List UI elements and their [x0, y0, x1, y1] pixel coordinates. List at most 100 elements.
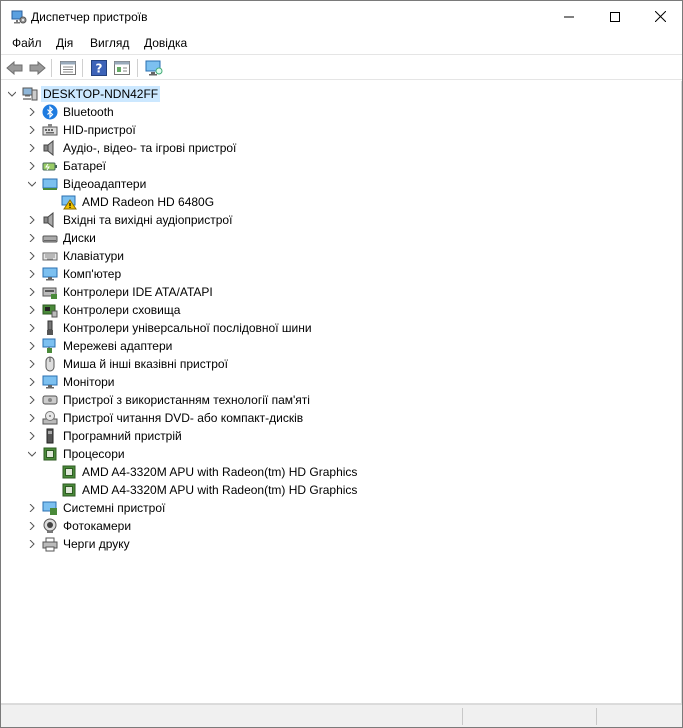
help-icon[interactable]: ? — [90, 59, 108, 77]
computer-icon — [42, 266, 58, 282]
maximize-button[interactable] — [592, 1, 638, 32]
chevron-right-icon[interactable] — [25, 391, 39, 409]
tree-item-label: AMD A4-3320M APU with Radeon(tm) HD Grap… — [82, 465, 358, 479]
chevron-down-icon[interactable] — [25, 445, 39, 463]
chevron-right-icon[interactable] — [25, 535, 39, 553]
tree-category[interactable]: Системні пристрої — [25, 499, 167, 517]
chevron-right-icon[interactable] — [25, 373, 39, 391]
tree-item-label: Пристрої з використанням технології пам'… — [63, 393, 310, 407]
chevron-right-icon[interactable] — [25, 517, 39, 535]
tree-item-label: Контролери IDE ATA/ATAPI — [63, 285, 213, 299]
menu-action[interactable]: Дія — [56, 36, 73, 50]
menu-file[interactable]: Файл — [12, 36, 42, 50]
forward-icon[interactable] — [28, 59, 46, 77]
tree-item-label: Миша й інші вказівні пристрої — [63, 357, 228, 371]
close-button[interactable] — [637, 1, 683, 32]
tree-category[interactable]: Диски — [25, 229, 98, 247]
tree-root-computer[interactable]: DESKTOP-NDN42FF — [5, 85, 161, 103]
tree-category[interactable]: Монітори — [25, 373, 117, 391]
monitor-scan-icon[interactable] — [145, 59, 163, 77]
tree-category[interactable]: Черги друку — [25, 535, 132, 553]
chevron-down-icon[interactable] — [5, 85, 19, 103]
chevron-right-icon[interactable] — [25, 139, 39, 157]
tree-category[interactable]: HID-пристрої — [25, 121, 138, 139]
title-bar: Диспетчер пристроїв — [1, 1, 682, 32]
tree-device[interactable]: AMD A4-3320M APU with Radeon(tm) HD Grap… — [44, 481, 359, 499]
network-icon — [42, 338, 58, 354]
chevron-right-icon[interactable] — [25, 211, 39, 229]
device-tree: DESKTOP-NDN42FF Bluetooth HID-пристрої Ауді… — [1, 81, 682, 704]
chevron-right-icon[interactable] — [25, 157, 39, 175]
tree-item-label: AMD A4-3320M APU with Radeon(tm) HD Grap… — [82, 483, 358, 497]
chevron-right-icon[interactable] — [25, 499, 39, 517]
status-divider — [596, 708, 597, 725]
processor-icon — [61, 482, 77, 498]
chevron-down-icon[interactable] — [25, 175, 39, 193]
chevron-right-icon[interactable] — [25, 121, 39, 139]
tree-device[interactable]: AMD A4-3320M APU with Radeon(tm) HD Grap… — [44, 463, 359, 481]
chevron-right-icon[interactable] — [25, 247, 39, 265]
menu-view[interactable]: Вигляд — [90, 36, 129, 50]
device-manager-window: Диспетчер пристроїв Файл Дія Вигляд Дові… — [0, 0, 683, 728]
tree-category[interactable]: Батареї — [25, 157, 108, 175]
menu-bar: Файл Дія Вигляд Довідка — [1, 32, 682, 54]
tree-category[interactable]: Програмний пристрій — [25, 427, 184, 445]
chevron-right-icon[interactable] — [25, 427, 39, 445]
tree-category[interactable]: Вхідні та вихідні аудіопристрої — [25, 211, 234, 229]
toolbar-separator — [82, 59, 83, 77]
memory-icon — [42, 392, 58, 408]
tree-category[interactable]: Контролери IDE ATA/ATAPI — [25, 283, 215, 301]
tree-category[interactable]: Bluetooth — [25, 103, 116, 121]
tree-device[interactable]: AMD Radeon HD 6480G — [44, 193, 216, 211]
tree-category[interactable]: Пристрої з використанням технології пам'… — [25, 391, 312, 409]
tree-category[interactable]: Фотокамери — [25, 517, 133, 535]
toolbar-separator — [137, 59, 138, 77]
tree-item-label: DESKTOP-NDN42FF — [41, 86, 161, 102]
tree-item-label: Пристрої читання DVD- або компакт-дисків — [63, 411, 304, 425]
update-driver-icon[interactable] — [113, 59, 131, 77]
tree-category[interactable]: Відеоадаптери — [25, 175, 148, 193]
tree-item-label: Процесори — [63, 447, 125, 461]
svg-text:?: ? — [96, 62, 103, 76]
tree-category[interactable]: Аудіо-, відео- та ігрові пристрої — [25, 139, 238, 157]
back-icon[interactable] — [6, 59, 24, 77]
chevron-right-icon[interactable] — [25, 337, 39, 355]
tree-category[interactable]: Клавіатури — [25, 247, 126, 265]
chevron-right-icon[interactable] — [25, 319, 39, 337]
monitor-icon — [42, 374, 58, 390]
chevron-right-icon[interactable] — [25, 355, 39, 373]
disk-icon — [42, 230, 58, 246]
warning-display-icon — [61, 194, 77, 210]
tree-item-label: Диски — [63, 231, 96, 245]
tree-category[interactable]: Контролери універсальної послідовної шин… — [25, 319, 314, 337]
tree-category[interactable]: Контролери сховища — [25, 301, 182, 319]
chevron-right-icon[interactable] — [25, 283, 39, 301]
properties-icon[interactable] — [59, 59, 77, 77]
tree-item-label: Програмний пристрій — [63, 429, 182, 443]
chevron-right-icon[interactable] — [25, 229, 39, 247]
mouse-icon — [42, 356, 58, 372]
tree-item-label: Bluetooth — [63, 105, 114, 119]
chevron-right-icon[interactable] — [25, 409, 39, 427]
chevron-right-icon[interactable] — [25, 103, 39, 121]
chevron-right-icon[interactable] — [25, 265, 39, 283]
minimize-button[interactable] — [546, 1, 592, 32]
menu-help[interactable]: Довідка — [144, 36, 187, 50]
tree-category[interactable]: Пристрої читання DVD- або компакт-дисків — [25, 409, 305, 427]
tree-category[interactable]: Комп'ютер — [25, 265, 123, 283]
tree-category[interactable]: Миша й інші вказівні пристрої — [25, 355, 230, 373]
display-adapter-icon — [42, 176, 58, 192]
processor-icon — [61, 464, 77, 480]
tree-item-label: Клавіатури — [63, 249, 124, 263]
chevron-right-icon[interactable] — [25, 301, 39, 319]
usb-icon — [42, 320, 58, 336]
speaker-icon — [42, 140, 58, 156]
battery-icon — [42, 158, 58, 174]
tree-category[interactable]: Мережеві адаптери — [25, 337, 174, 355]
speaker-icon — [42, 212, 58, 228]
tree-category[interactable]: Процесори — [25, 445, 127, 463]
tree-item-label: Контролери сховища — [63, 303, 181, 317]
tree-item-label: Батареї — [63, 159, 107, 173]
